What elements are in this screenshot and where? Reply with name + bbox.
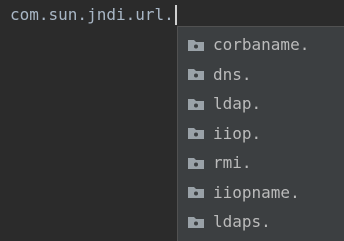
completion-item-label: corbaname. <box>213 35 310 55</box>
completion-item-corbaname[interactable]: corbaname. <box>178 30 344 60</box>
completion-item-iiop[interactable]: iiop. <box>178 119 344 149</box>
package-folder-icon <box>188 98 204 110</box>
package-folder-icon <box>188 69 204 81</box>
completion-item-label: ldaps. <box>213 212 271 232</box>
code-completion-popup: corbaname. dns. ldap. iiop. rmi. iiopnam… <box>177 26 344 241</box>
package-folder-icon <box>188 157 204 169</box>
completion-item-iiopname[interactable]: iiopname. <box>178 178 344 208</box>
completion-item-rmi[interactable]: rmi. <box>178 148 344 178</box>
completion-item-ldap[interactable]: ldap. <box>178 89 344 119</box>
completion-item-label: dns. <box>213 64 252 84</box>
completion-item-label: rmi. <box>213 153 252 173</box>
package-folder-icon <box>188 216 204 228</box>
package-folder-icon <box>188 187 204 199</box>
typed-package-path: com.sun.jndi.url. <box>10 5 174 24</box>
text-caret <box>174 5 177 25</box>
completion-item-label: ldap. <box>213 94 262 114</box>
package-folder-icon <box>188 128 204 140</box>
completion-item-ldaps[interactable]: ldaps. <box>178 207 344 237</box>
completion-item-label: iiop. <box>213 123 262 143</box>
editor-code-line[interactable]: com.sun.jndi.url. <box>10 4 177 26</box>
completion-item-dns[interactable]: dns. <box>178 60 344 90</box>
package-folder-icon <box>188 39 204 51</box>
completion-item-label: iiopname. <box>213 182 300 202</box>
